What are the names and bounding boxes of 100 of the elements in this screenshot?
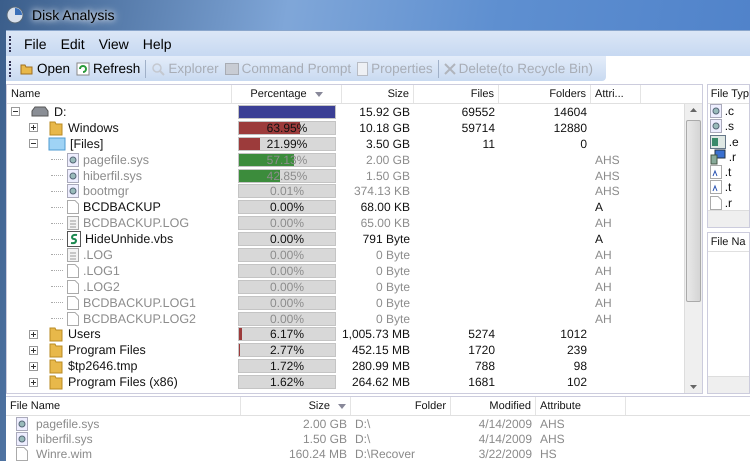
column-header[interactable]: Size: [241, 397, 351, 415]
horizontal-scrollbar[interactable]: [708, 376, 749, 393]
attributes-value: AH: [595, 216, 612, 230]
folder-icon: [48, 136, 66, 151]
expand-toggle[interactable]: [29, 362, 38, 371]
item-name: Users: [68, 327, 101, 342]
files-count: 1720: [468, 343, 495, 358]
folder-icon: [48, 326, 64, 342]
item-name: Program Files (x86): [68, 375, 178, 390]
sort-arrow-icon: [338, 404, 346, 408]
attributes-value: AHS: [595, 168, 620, 182]
column-header[interactable]: Size: [342, 85, 414, 103]
folder-icon: [48, 342, 64, 358]
folder-path: D:\: [355, 432, 370, 446]
blank-file-icon: [67, 280, 79, 294]
item-name: [Files]: [70, 136, 104, 151]
folders-count: 14604: [554, 104, 587, 119]
size-value: 0 Byte: [376, 312, 410, 326]
attributes-value: AHS: [540, 416, 565, 430]
percentage-value: 1.62%: [270, 376, 304, 388]
window-title: Disk Analysis: [32, 7, 114, 23]
item-name: Program Files: [68, 343, 146, 358]
attributes-value: AHS: [595, 184, 620, 198]
expand-toggle[interactable]: [29, 123, 38, 132]
toolbar-button[interactable]: Open: [17, 61, 74, 76]
attributes-value: AH: [595, 296, 612, 310]
column-header[interactable]: Folder: [351, 397, 451, 415]
percentage-value: 21.99%: [266, 138, 308, 150]
menu-item[interactable]: Help: [136, 36, 179, 52]
column-header[interactable]: File Name: [6, 397, 241, 415]
item-name: HideUnhide.vbs: [85, 232, 174, 246]
files-count: 5274: [468, 327, 495, 342]
percentage-value: 2.77%: [270, 344, 304, 356]
size-value: 0 Byte: [376, 296, 410, 310]
expand-toggle[interactable]: [29, 346, 38, 355]
expand-toggle[interactable]: [29, 378, 38, 387]
attributes-value: AH: [595, 264, 612, 278]
folders-count: 0: [580, 136, 587, 151]
files-count: 11: [482, 136, 495, 151]
column-header[interactable]: Files: [414, 85, 499, 103]
percentage-value: 0.00%: [270, 280, 304, 293]
window-icon: [710, 134, 726, 149]
size-value: 3.50 GB: [366, 136, 410, 151]
percentage-value: 6.17%: [270, 328, 304, 340]
size-value: 0 Byte: [376, 248, 410, 262]
folders-count: 12880: [554, 120, 587, 135]
folder-path: D:\: [355, 416, 370, 430]
item-name: Windows: [68, 120, 119, 135]
percentage-value: 0.00%: [270, 296, 304, 309]
file-name: hiberfil.sys: [36, 432, 93, 446]
file-search-icon: [67, 152, 79, 167]
menu-item[interactable]: Edit: [54, 36, 92, 52]
size-value: 0 Byte: [376, 264, 410, 278]
file-type-label: .s: [724, 119, 734, 134]
folder-icon: [48, 120, 64, 136]
blank-file-icon: [710, 196, 722, 210]
computer-icon: [710, 148, 726, 165]
column-header[interactable]: Percentage: [232, 85, 342, 103]
column-header[interactable]: Attribute: [536, 397, 626, 415]
collapse-toggle[interactable]: [11, 107, 20, 116]
vertical-scrollbar[interactable]: [684, 104, 702, 393]
size-value: 2.00 GB: [366, 152, 410, 167]
file-type-label: .t: [724, 165, 732, 180]
size-value: 264.62 MB: [352, 375, 410, 390]
file-search-icon: [710, 119, 722, 134]
modified-date: 3/22/2009: [478, 446, 532, 460]
folder-icon: [48, 374, 64, 390]
files-count: 69552: [462, 104, 495, 119]
files-count: 1681: [468, 375, 495, 390]
scroll-up-arrow-icon[interactable]: [690, 108, 697, 112]
collapse-toggle[interactable]: [29, 139, 38, 148]
size-value: 1.50 GB: [366, 168, 410, 182]
file-type-label: .t: [724, 180, 732, 194]
attributes-value: AHS: [595, 152, 620, 167]
size-value: 374.13 KB: [354, 184, 410, 198]
modified-date: 4/14/2009: [478, 416, 532, 430]
item-name: .LOG2: [83, 280, 120, 294]
item-name: BCDBACKUP.LOG1: [83, 296, 196, 310]
attributes-value: A: [595, 232, 604, 246]
expand-toggle[interactable]: [29, 330, 38, 339]
attributes-value: AH: [595, 248, 612, 262]
scroll-down-arrow-icon[interactable]: [690, 385, 697, 389]
size-value: 1,005.73 MB: [342, 327, 410, 342]
horizontal-scrollbar[interactable]: [708, 210, 749, 227]
console-icon: [224, 62, 239, 74]
text-file-icon: [710, 180, 722, 194]
column-header[interactable]: Modified: [451, 397, 536, 415]
file-search-icon: [16, 416, 28, 430]
size-value: 1.50 GB: [302, 432, 347, 446]
menu-item[interactable]: View: [92, 36, 136, 52]
toolbar-button[interactable]: Refresh: [73, 61, 144, 76]
size-value: 160.24 MB: [288, 446, 347, 460]
menu-item[interactable]: File: [17, 36, 54, 52]
column-header[interactable]: Attri...: [591, 85, 641, 103]
script-file-icon: [67, 231, 81, 248]
column-header[interactable]: Name: [7, 85, 232, 103]
item-name: bootmgr: [83, 184, 129, 198]
item-name: .LOG: [83, 248, 113, 262]
column-header[interactable]: Folders: [499, 85, 591, 103]
column-header[interactable]: File Na: [708, 233, 749, 252]
